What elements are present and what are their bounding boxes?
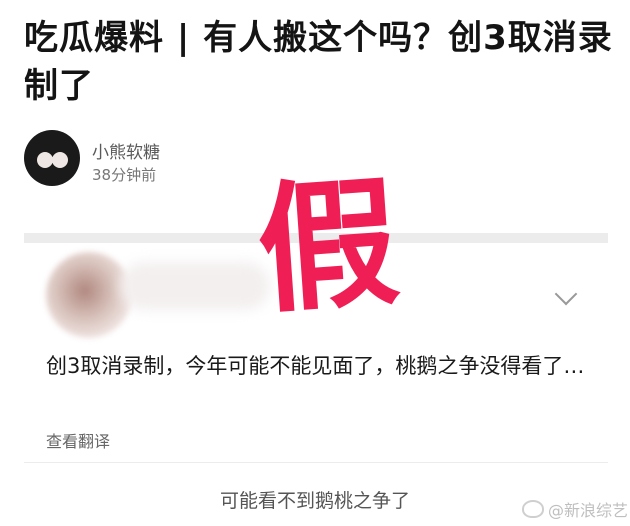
fake-stamp: 假 (252, 161, 404, 334)
author-avatar[interactable] (24, 130, 80, 186)
post-time: 38分钟前 (92, 166, 157, 184)
translate-link[interactable]: 查看翻译 (46, 428, 110, 452)
weibo-logo-icon (522, 500, 544, 518)
author-name[interactable]: 小熊软糖 (92, 138, 160, 163)
watermark-text: @新浪综艺 (548, 501, 629, 520)
post-body: 创3取消录制，今年可能不能见面了，桃鹅之争没得看了… (46, 354, 585, 378)
watermark: @新浪综艺 (522, 497, 628, 521)
blurred-username (120, 262, 270, 310)
bottom-divider (24, 462, 608, 463)
chevron-down-icon[interactable] (554, 282, 578, 306)
article-title: 吃瓜爆料 | 有人搬这个吗？创3取消录制了 (24, 18, 613, 106)
blurred-avatar (46, 252, 132, 338)
bear-icon (52, 152, 68, 168)
bear-icon (37, 152, 53, 168)
